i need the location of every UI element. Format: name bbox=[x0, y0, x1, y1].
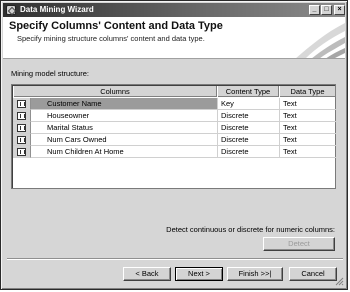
mining-structure-label: Mining model structure: bbox=[11, 69, 89, 78]
column-icon bbox=[17, 148, 26, 156]
table-row[interactable]: Houseowner Discrete Text bbox=[13, 110, 336, 122]
table-row[interactable]: Num Children At Home Discrete Text bbox=[13, 146, 336, 158]
minimize-button[interactable]: _ bbox=[309, 5, 320, 15]
row-header bbox=[13, 134, 31, 146]
title-bar[interactable]: Data Mining Wizard _ □ × bbox=[3, 3, 345, 17]
column-icon bbox=[17, 136, 26, 144]
grid-header: Columns Content Type Data Type bbox=[13, 86, 336, 97]
row-header bbox=[13, 110, 31, 122]
row-header bbox=[13, 146, 31, 158]
maximize-button[interactable]: □ bbox=[321, 5, 332, 15]
column-name[interactable]: Customer Name bbox=[31, 98, 217, 110]
content-type-header[interactable]: Content Type bbox=[217, 86, 279, 97]
columns-grid[interactable]: Columns Content Type Data Type Customer … bbox=[11, 84, 336, 189]
column-name[interactable]: Marital Status bbox=[31, 122, 217, 134]
window-title: Data Mining Wizard bbox=[20, 5, 94, 14]
content-type-cell[interactable]: Discrete bbox=[217, 146, 279, 158]
page-subtitle: Specify mining structure columns' conten… bbox=[17, 34, 205, 43]
data-type-header[interactable]: Data Type bbox=[279, 86, 336, 97]
data-type-cell[interactable]: Text bbox=[279, 146, 336, 158]
row-header bbox=[13, 98, 31, 110]
data-type-cell[interactable]: Text bbox=[279, 110, 336, 122]
wizard-app-icon bbox=[6, 5, 16, 15]
columns-header[interactable]: Columns bbox=[13, 86, 217, 97]
footer-divider bbox=[7, 258, 343, 260]
row-header bbox=[13, 122, 31, 134]
column-icon bbox=[17, 112, 26, 120]
next-button[interactable]: Next > bbox=[175, 267, 223, 281]
resize-grip-icon[interactable] bbox=[335, 277, 344, 286]
table-row[interactable]: Customer Name Key Text bbox=[13, 98, 336, 110]
data-type-cell[interactable]: Text bbox=[279, 134, 336, 146]
wizard-window: Data Mining Wizard _ □ × Specify Columns… bbox=[0, 0, 348, 290]
wizard-banner-swoosh-icon bbox=[296, 23, 345, 58]
data-type-cell[interactable]: Text bbox=[279, 98, 336, 110]
content-type-cell[interactable]: Discrete bbox=[217, 110, 279, 122]
content-type-cell[interactable]: Discrete bbox=[217, 122, 279, 134]
column-icon bbox=[17, 124, 26, 132]
table-row[interactable]: Marital Status Discrete Text bbox=[13, 122, 336, 134]
column-name[interactable]: Num Cars Owned bbox=[31, 134, 217, 146]
column-icon bbox=[17, 100, 26, 108]
table-row[interactable]: Num Cars Owned Discrete Text bbox=[13, 134, 336, 146]
content-type-cell[interactable]: Discrete bbox=[217, 134, 279, 146]
data-type-cell[interactable]: Text bbox=[279, 122, 336, 134]
detect-button[interactable]: Detect bbox=[263, 237, 335, 251]
finish-button[interactable]: Finish >>| bbox=[227, 267, 283, 281]
column-name[interactable]: Houseowner bbox=[31, 110, 217, 122]
cancel-button[interactable]: Cancel bbox=[289, 267, 337, 281]
page-title: Specify Columns' Content and Data Type bbox=[9, 20, 223, 32]
back-button[interactable]: < Back bbox=[123, 267, 171, 281]
wizard-header: Specify Columns' Content and Data Type S… bbox=[3, 17, 345, 59]
close-button[interactable]: × bbox=[334, 5, 345, 15]
content-type-cell[interactable]: Key bbox=[217, 98, 279, 110]
detect-label: Detect continuous or discrete for numeri… bbox=[166, 225, 335, 234]
column-name[interactable]: Num Children At Home bbox=[31, 146, 217, 158]
